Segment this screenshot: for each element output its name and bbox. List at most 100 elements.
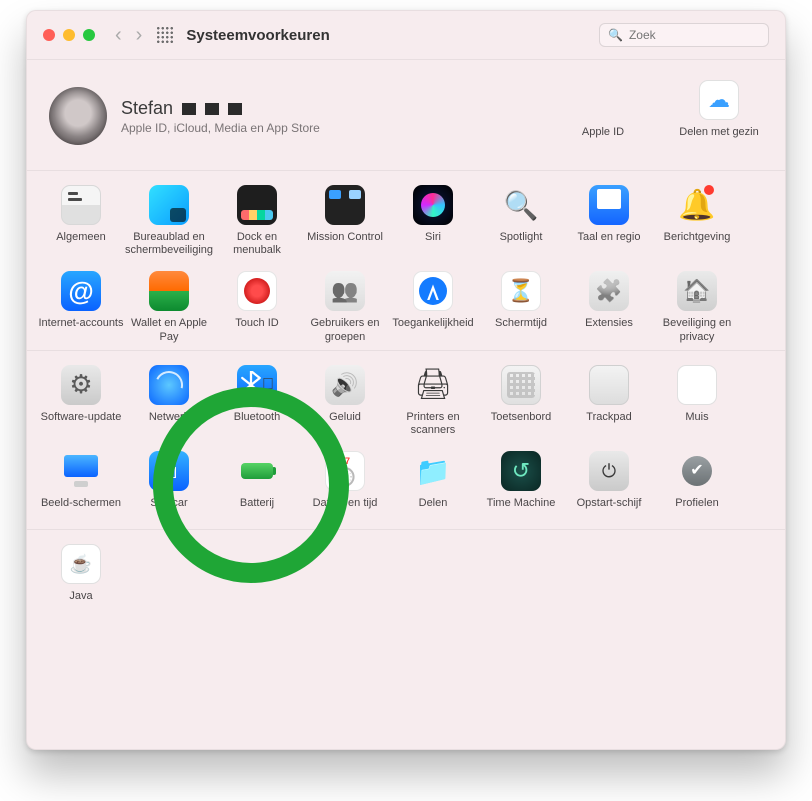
close-icon[interactable]: [43, 29, 55, 41]
pref-label: Batterij: [240, 497, 274, 523]
pref-label: Siri: [425, 231, 441, 257]
notify-icon: [677, 185, 717, 225]
pref-profiles[interactable]: Profielen: [653, 451, 741, 523]
pref-label: Spotlight: [500, 231, 543, 257]
internet-icon: [61, 271, 101, 311]
pref-label: Netwerk: [149, 411, 189, 437]
spotlight-icon: [501, 185, 541, 225]
pref-printers[interactable]: Printers en scanners: [389, 365, 477, 437]
redacted-icon: [228, 103, 242, 115]
window-title: Systeemvoorkeuren: [186, 27, 329, 44]
pref-label: Datum en tijd: [313, 497, 378, 523]
pref-label: Toegankelijkheid: [392, 317, 473, 343]
pref-touchid[interactable]: Touch ID: [213, 271, 301, 343]
pref-label: Sidecar: [150, 497, 187, 523]
access-icon: [413, 271, 453, 311]
pref-spotlight[interactable]: Spotlight: [477, 185, 565, 257]
pref-users[interactable]: Gebruikers en groepen: [301, 271, 389, 343]
avatar[interactable]: [49, 87, 107, 145]
pref-dock[interactable]: Dock en menubalk: [213, 185, 301, 257]
back-button[interactable]: ‹: [115, 25, 122, 45]
pref-label: Gebruikers en groepen: [301, 317, 389, 343]
pref-screentime[interactable]: Schermtijd: [477, 271, 565, 343]
pref-startup[interactable]: Opstart-schijf: [565, 451, 653, 523]
pref-mission[interactable]: Mission Control: [301, 185, 389, 257]
pref-network[interactable]: Netwerk: [125, 365, 213, 437]
pref-apple_id[interactable]: Apple ID: [559, 80, 647, 152]
zoom-icon[interactable]: [83, 29, 95, 41]
family-icon: [699, 80, 739, 120]
minimize-icon[interactable]: [63, 29, 75, 41]
trackpad-icon: [589, 365, 629, 405]
battery-icon: [237, 451, 277, 491]
mission-icon: [325, 185, 365, 225]
pref-label: Bluetooth: [234, 411, 280, 437]
forward-button[interactable]: ›: [136, 25, 143, 45]
pref-timemachine[interactable]: Time Machine: [477, 451, 565, 523]
pref-swupdate[interactable]: Software-update: [37, 365, 125, 437]
pref-section-0: AlgemeenBureaublad en schermbeveiligingD…: [27, 171, 785, 351]
pref-label: Opstart-schijf: [577, 497, 642, 523]
toolbar: ‹ › Systeemvoorkeuren 🔍: [27, 11, 785, 60]
pref-keyboard[interactable]: Toetsenbord: [477, 365, 565, 437]
pref-wallet[interactable]: Wallet en Apple Pay: [125, 271, 213, 343]
pref-label: Berichtgeving: [664, 231, 731, 257]
pref-access[interactable]: Toegankelijkheid: [389, 271, 477, 343]
pref-label: Internet-accounts: [39, 317, 124, 343]
redacted-icon: [182, 103, 196, 115]
share-icon: [413, 451, 453, 491]
show-all-button[interactable]: [156, 26, 174, 44]
pref-label: Delen: [419, 497, 448, 523]
pref-sidecar[interactable]: Sidecar: [125, 451, 213, 523]
desktop-icon: [149, 185, 189, 225]
swupdate-icon: [61, 365, 101, 405]
search-field[interactable]: 🔍: [599, 23, 769, 47]
pref-ext[interactable]: Extensies: [565, 271, 653, 343]
pref-language[interactable]: Taal en regio: [565, 185, 653, 257]
pref-label: Delen met gezin: [679, 126, 759, 152]
pref-internet[interactable]: Internet-accounts: [37, 271, 125, 343]
pref-label: Geluid: [329, 411, 361, 437]
java-icon: [61, 544, 101, 584]
sidecar-icon: [149, 451, 189, 491]
pref-label: Beeld-schermen: [41, 497, 121, 523]
pref-label: Touch ID: [235, 317, 278, 343]
pref-datetime[interactable]: Datum en tijd: [301, 451, 389, 523]
profile-subtitle: Apple ID, iCloud, Media en App Store: [121, 121, 320, 135]
screentime-icon: [501, 271, 541, 311]
pref-label: Toetsenbord: [491, 411, 552, 437]
mouse-icon: [677, 365, 717, 405]
pref-label: Mission Control: [307, 231, 383, 257]
pref-label: Extensies: [585, 317, 633, 343]
pref-sound[interactable]: Geluid: [301, 365, 389, 437]
pref-label: Software-update: [41, 411, 122, 437]
timemachine-icon: [501, 451, 541, 491]
search-input[interactable]: [629, 28, 784, 42]
profile-row: Stefan Apple ID, iCloud, Media en App St…: [27, 60, 785, 171]
pref-trackpad[interactable]: Trackpad: [565, 365, 653, 437]
pref-label: Wallet en Apple Pay: [125, 317, 213, 343]
pref-general[interactable]: Algemeen: [37, 185, 125, 257]
printers-icon: [413, 365, 453, 405]
pref-security[interactable]: Beveiliging en privacy: [653, 271, 741, 343]
pref-family[interactable]: Delen met gezin: [675, 80, 763, 152]
window-controls: [43, 29, 95, 41]
dock-icon: [237, 185, 277, 225]
pref-label: Dock en menubalk: [213, 231, 301, 257]
siri-icon: [413, 185, 453, 225]
pref-share[interactable]: Delen: [389, 451, 477, 523]
network-icon: [149, 365, 189, 405]
language-icon: [589, 185, 629, 225]
pref-label: Time Machine: [487, 497, 556, 523]
pref-section-1: Software-update Netwerk Bluetooth Geluid Pri…: [27, 351, 785, 530]
profile-text[interactable]: Stefan Apple ID, iCloud, Media en App St…: [121, 98, 320, 135]
pref-bluetooth[interactable]: Bluetooth: [213, 365, 301, 437]
pref-displays[interactable]: Beeld-schermen: [37, 451, 125, 523]
pref-notify[interactable]: Berichtgeving: [653, 185, 741, 257]
pref-java[interactable]: Java: [37, 544, 125, 616]
pref-battery[interactable]: Batterij: [213, 451, 301, 523]
pref-mouse[interactable]: Muis: [653, 365, 741, 437]
pref-siri[interactable]: Siri: [389, 185, 477, 257]
pref-desktop[interactable]: Bureaublad en schermbeveiliging: [125, 185, 213, 257]
pref-label: Muis: [685, 411, 708, 437]
